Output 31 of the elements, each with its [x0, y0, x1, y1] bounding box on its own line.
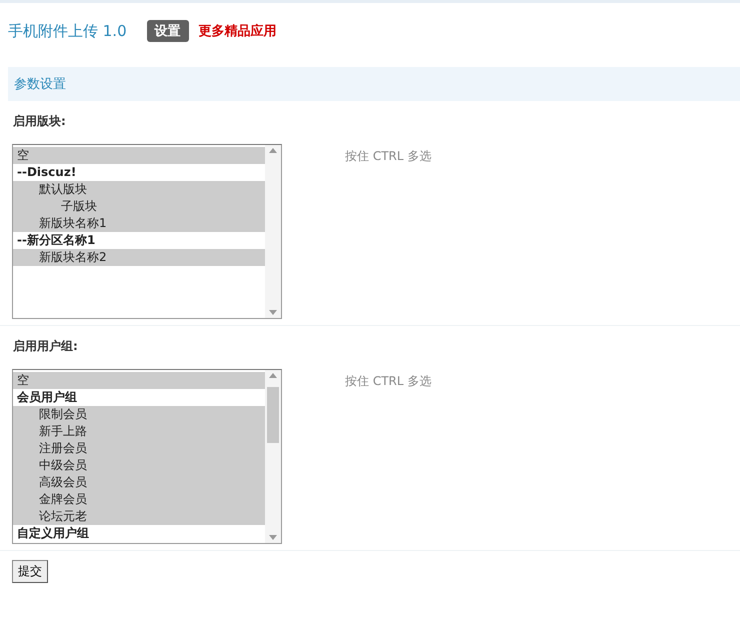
scroll-down-icon[interactable]: [269, 535, 277, 540]
settings-tab[interactable]: 设置: [146, 20, 189, 42]
field-hint: 按住 CTRL 多选: [345, 373, 432, 390]
list-option[interactable]: 限制会员: [13, 406, 265, 423]
field-hint: 按住 CTRL 多选: [345, 148, 432, 165]
list-option[interactable]: 空: [13, 147, 265, 164]
multi-select-list[interactable]: 空 会员用户组 限制会员 新手上路 注册会员 中级会员 高级会员 金牌会员 论坛元老 自定义用户组: [12, 369, 282, 544]
scroll-down-icon[interactable]: [269, 310, 277, 315]
scroll-thumb[interactable]: [267, 387, 279, 443]
scroll-up-icon[interactable]: [269, 148, 277, 153]
list-option[interactable]: 中级会员: [13, 457, 265, 474]
list-option[interactable]: 高级会员: [13, 474, 265, 491]
app-title: 手机附件上传 1.0: [8, 22, 127, 40]
list-option[interactable]: 新手上路: [13, 423, 265, 440]
list-option[interactable]: 注册会员: [13, 440, 265, 457]
list-option[interactable]: 论坛元老: [13, 508, 265, 525]
more-apps-link[interactable]: 更多精品应用: [198, 22, 277, 40]
list-option[interactable]: 子版块: [13, 198, 265, 215]
list-option[interactable]: 空: [13, 372, 265, 389]
field-label: 启用版块:: [12, 113, 67, 130]
field-label: 启用用户组:: [12, 338, 79, 355]
scrollbar[interactable]: [265, 145, 281, 318]
list-option[interactable]: 默认版块: [13, 181, 265, 198]
list-option[interactable]: 新版块名称1: [13, 215, 265, 232]
scrollbar[interactable]: [265, 370, 281, 543]
list-option[interactable]: 金牌会员: [13, 491, 265, 508]
scroll-up-icon[interactable]: [269, 373, 277, 378]
list-option[interactable]: 新版块名称2: [13, 249, 265, 266]
section-title: 参数设置: [14, 76, 66, 93]
submit-button[interactable]: 提交: [12, 560, 48, 583]
multi-select-list[interactable]: 空 --Discuz! 默认版块 子版块 新版块名称1 --新分区名称1 新版块名称2: [12, 144, 282, 319]
